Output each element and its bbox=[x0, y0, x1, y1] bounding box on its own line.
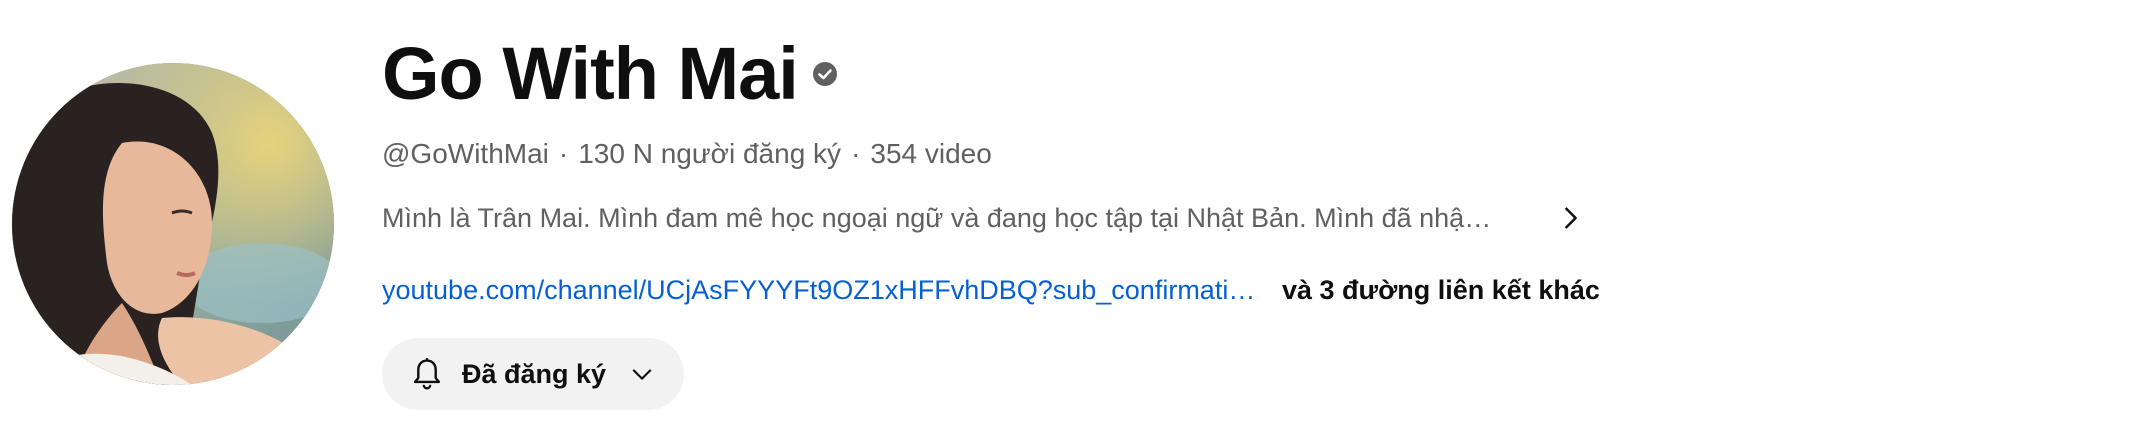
subscriber-count: 130 N người đăng ký bbox=[578, 138, 842, 169]
chevron-right-icon[interactable] bbox=[1552, 200, 1588, 236]
separator: · bbox=[851, 138, 861, 169]
channel-link[interactable]: youtube.com/channel/UCjAsFYYYFt9OZ1xHFFv… bbox=[382, 272, 1270, 308]
bell-icon bbox=[408, 354, 448, 394]
description-row[interactable]: Mình là Trân Mai. Mình đam mê học ngoại … bbox=[382, 200, 1588, 236]
channel-handle: @GoWithMai bbox=[382, 138, 549, 169]
chevron-down-icon bbox=[628, 359, 658, 389]
channel-name: Go With Mai bbox=[382, 32, 799, 115]
title-row: Go With Mai bbox=[382, 34, 838, 114]
video-count: 354 video bbox=[870, 138, 992, 169]
channel-avatar[interactable] bbox=[12, 63, 334, 385]
separator: · bbox=[558, 138, 569, 169]
more-links-button[interactable]: và 3 đường liên kết khác bbox=[1282, 272, 1600, 308]
subscribed-button[interactable]: Đã đăng ký bbox=[382, 338, 684, 410]
links-row: youtube.com/channel/UCjAsFYYYFt9OZ1xHFFv… bbox=[382, 272, 1600, 308]
subscribed-label: Đã đăng ký bbox=[462, 358, 607, 389]
channel-meta: @GoWithMai · 130 N người đăng ký · 354 video bbox=[382, 136, 992, 172]
channel-description[interactable]: Mình là Trân Mai. Mình đam mê học ngoại … bbox=[382, 200, 1522, 236]
verified-check-icon bbox=[812, 61, 838, 87]
